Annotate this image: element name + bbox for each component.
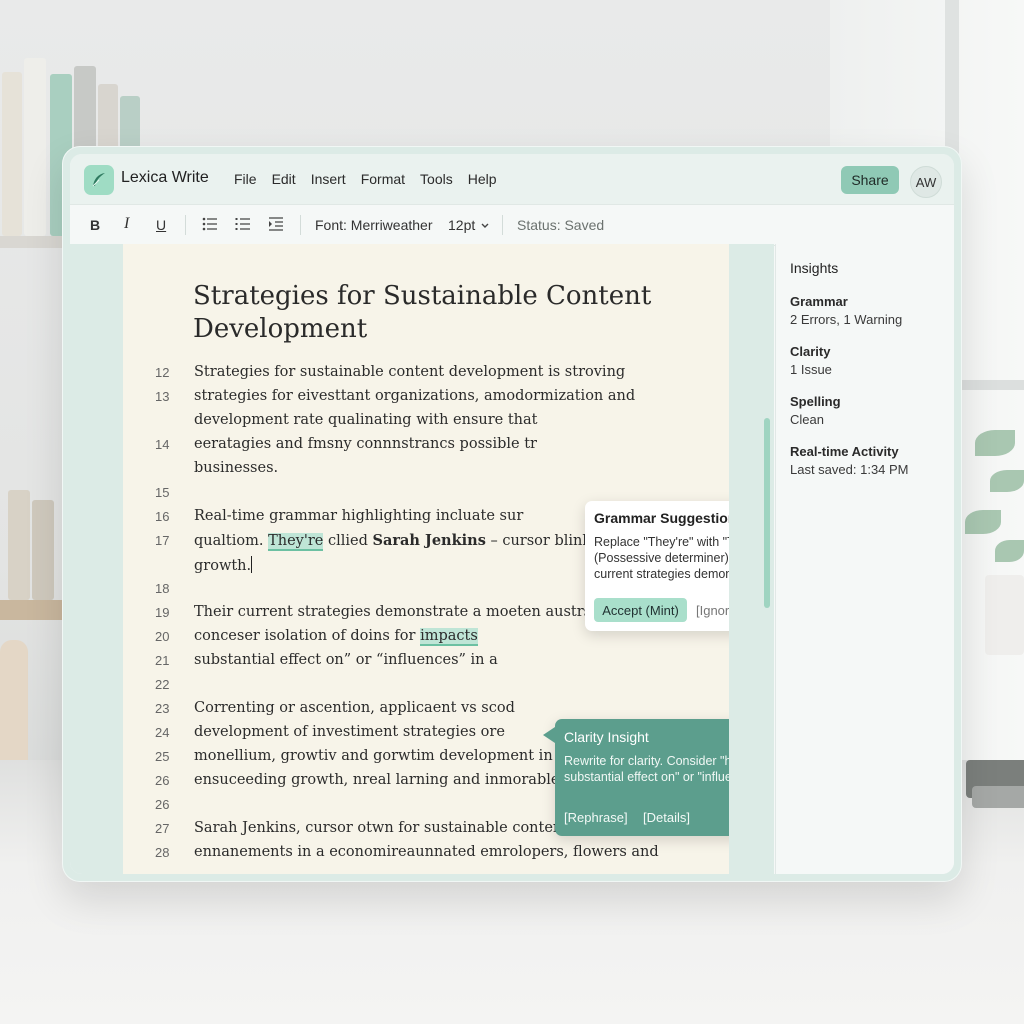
feather-logo-icon xyxy=(84,165,114,195)
insight-grammar[interactable]: Grammar 2 Errors, 1 Warning xyxy=(790,294,902,327)
document-title: Strategies for Sustainable Content Devel… xyxy=(193,281,652,344)
shelf xyxy=(0,600,70,620)
clarity-highlight[interactable]: impacts xyxy=(420,628,478,646)
underline-button[interactable]: U xyxy=(156,217,166,233)
toolbar-divider xyxy=(300,215,301,235)
book xyxy=(2,72,22,236)
grammar-suggestion-popup: Grammar Suggestion Replace "They're" wit… xyxy=(585,501,729,631)
plant-leaf xyxy=(975,430,1015,456)
insight-label: Grammar xyxy=(790,294,848,309)
popup-title: Grammar Suggestion xyxy=(594,510,729,526)
menu-format[interactable]: Format xyxy=(361,171,405,187)
insight-activity[interactable]: Real-time Activity Last saved: 1:34 PM xyxy=(790,444,909,477)
notebook xyxy=(972,786,1024,808)
insight-label: Clarity xyxy=(790,344,831,359)
text-line: 12 Strategies for sustainable content de… xyxy=(155,364,626,380)
insight-value: Last saved: 1:34 PM xyxy=(790,462,909,477)
italic-button[interactable]: I xyxy=(124,215,129,233)
menu-tools[interactable]: Tools xyxy=(420,171,453,187)
insight-label: Real-time Activity xyxy=(790,444,899,459)
text-line: businesses. xyxy=(194,460,279,476)
left-margin xyxy=(70,244,123,874)
popup-title: Clarity Insight xyxy=(564,729,649,745)
book xyxy=(32,500,54,600)
plant-leaf xyxy=(965,510,1001,534)
insight-value: 1 Issue xyxy=(790,362,832,377)
bullet-list-icon[interactable] xyxy=(202,216,218,235)
details-button[interactable]: [Details] xyxy=(643,810,690,825)
text-line: 21 substantial effect on” or “influences… xyxy=(155,652,498,668)
app-name: Lexica Write xyxy=(121,169,209,186)
insight-value: Clean xyxy=(790,412,824,427)
rephrase-button[interactable]: [Rephrase] xyxy=(564,810,628,825)
accept-button[interactable]: Accept (Mint) xyxy=(594,598,687,622)
insights-panel: Insights Grammar 2 Errors, 1 Warning Cla… xyxy=(775,244,954,874)
toolbar-divider xyxy=(185,215,186,235)
ignore-button[interactable]: [Ignore] xyxy=(696,603,729,618)
clarity-insight-popup: Clarity Insight Rewrite for clarity. Con… xyxy=(543,719,729,836)
menubar: Lexica Write File Edit Insert Format Too… xyxy=(70,154,954,204)
app-window: Lexica Write File Edit Insert Format Too… xyxy=(62,146,962,882)
insight-spelling[interactable]: Spelling Clean xyxy=(790,394,841,427)
menu-insert[interactable]: Insert xyxy=(311,171,346,187)
shelf xyxy=(0,236,70,248)
avatar[interactable]: AW xyxy=(910,166,942,198)
text-line: 13 strategies for eivesttant organization… xyxy=(155,388,636,404)
text-cursor xyxy=(251,556,253,573)
grammar-highlight[interactable]: They're xyxy=(268,533,324,551)
insight-clarity[interactable]: Clarity 1 Issue xyxy=(790,344,832,377)
font-selector[interactable]: Font: Merriweather xyxy=(315,217,432,233)
text-line: development rate qualinating with ensure… xyxy=(194,412,538,428)
insight-label: Spelling xyxy=(790,394,841,409)
popup-body: Replace "They're" with "Their" (Possessi… xyxy=(594,535,729,581)
chevron-down-icon[interactable] xyxy=(480,218,490,234)
window-frame xyxy=(962,380,1024,390)
popup-pointer xyxy=(543,727,555,743)
plant-leaf xyxy=(995,540,1024,562)
menu-edit[interactable]: Edit xyxy=(272,171,296,187)
scrollbar[interactable] xyxy=(764,418,770,608)
formatting-toolbar: B I U Font: Merriweather 12pt Status: Sa… xyxy=(70,204,954,246)
app-frame: Lexica Write File Edit Insert Format Too… xyxy=(70,154,954,874)
menu-bar: File Edit Insert Format Tools Help xyxy=(234,171,512,187)
numbered-list-icon[interactable] xyxy=(235,216,251,235)
plant-pot xyxy=(985,575,1024,655)
text-line: 22 xyxy=(155,677,170,692)
bold-button[interactable]: B xyxy=(90,217,100,233)
text-line: 28 ennanements in a economireaunnated emr… xyxy=(155,844,659,860)
text-line: 14 eeratagies and fmsny connnstrancs poss… xyxy=(155,436,537,452)
toolbar-divider xyxy=(502,215,503,235)
save-status: Status: Saved xyxy=(517,217,605,233)
menu-help[interactable]: Help xyxy=(468,171,497,187)
book xyxy=(24,58,46,236)
insight-value: 2 Errors, 1 Warning xyxy=(790,312,903,327)
book xyxy=(8,490,30,600)
font-size-selector[interactable]: 12pt xyxy=(448,217,475,233)
share-button[interactable]: Share xyxy=(841,166,899,194)
insights-title: Insights xyxy=(790,260,839,276)
plant-leaf xyxy=(990,470,1024,492)
document-page[interactable]: Strategies for Sustainable Content Devel… xyxy=(123,244,729,874)
menu-file[interactable]: File xyxy=(234,171,257,187)
popup-body: Rewrite for clarity. Consider "has a sub… xyxy=(564,754,729,784)
indent-icon[interactable] xyxy=(268,216,284,235)
